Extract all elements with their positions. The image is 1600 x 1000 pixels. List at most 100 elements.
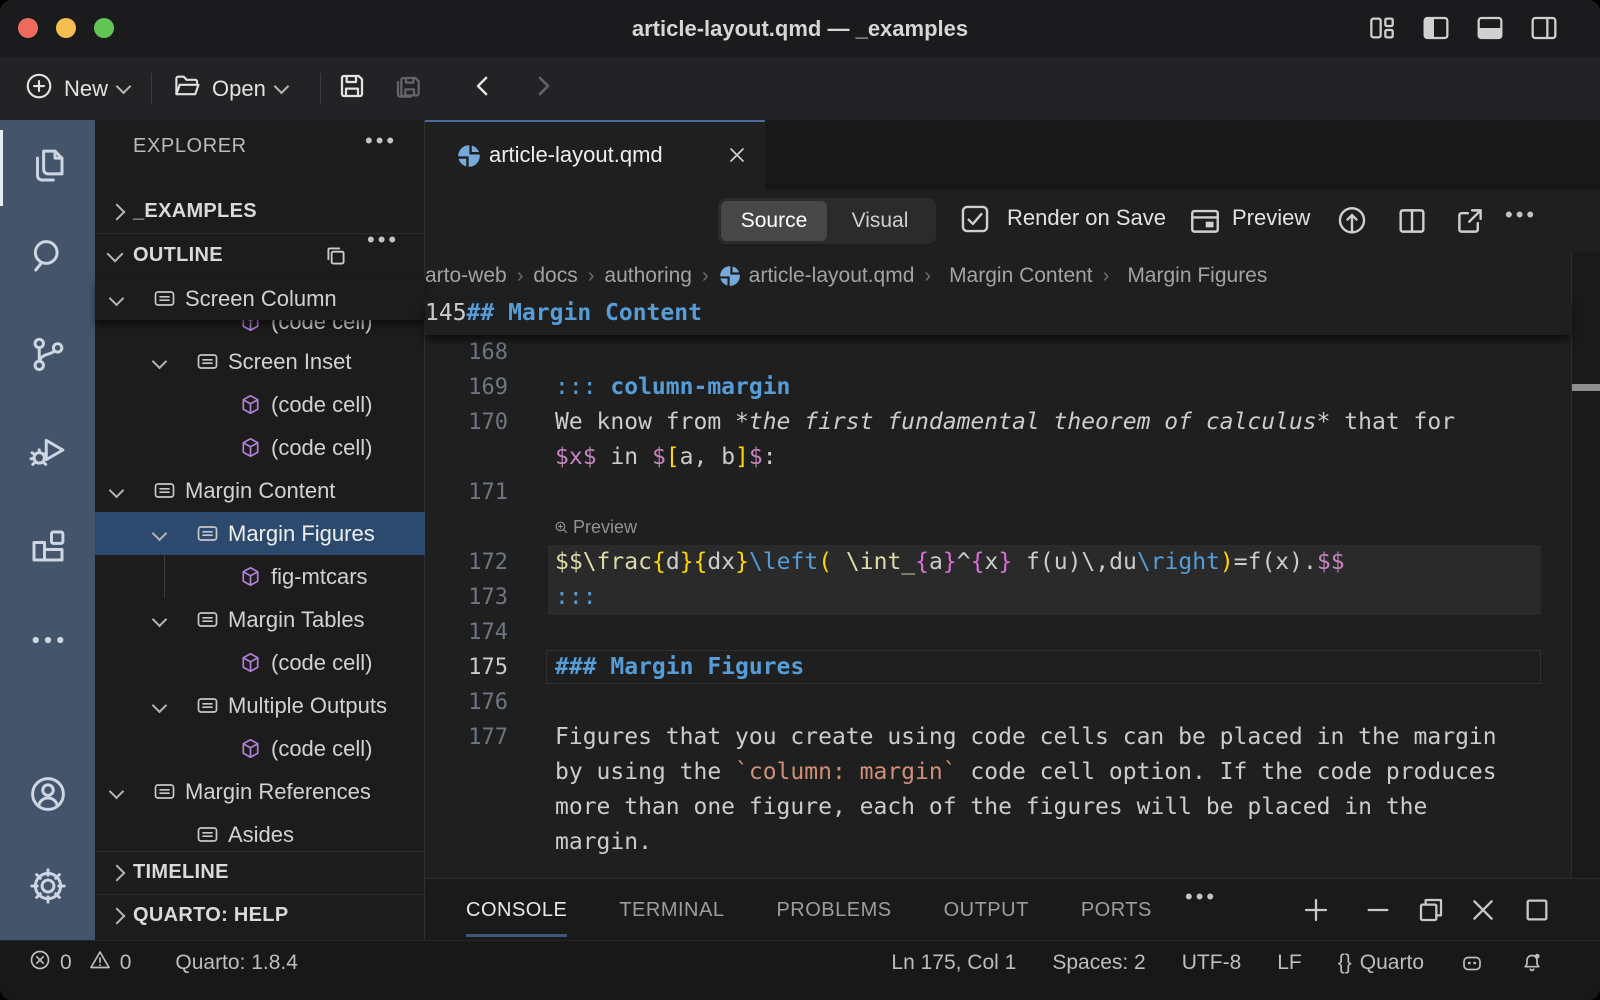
toggle-right-sidebar-icon[interactable] — [1528, 12, 1560, 49]
cursor-position-status[interactable]: Ln 175, Col 1 — [891, 951, 1016, 975]
chevron-down-icon[interactable] — [152, 612, 168, 628]
mode-source-button[interactable]: Source — [721, 201, 827, 241]
preview-button[interactable]: Preview — [1232, 205, 1310, 231]
quarto-help-section-header[interactable]: QUARTO: HELP — [95, 894, 425, 937]
chevron-down-icon[interactable] — [109, 483, 125, 499]
panel-tab-problems[interactable]: PROBLEMS — [776, 879, 891, 941]
chevron-down-icon[interactable] — [152, 698, 168, 714]
outline-more-actions-icon[interactable]: ••• — [367, 227, 399, 253]
breadcrumb-item[interactable]: arto-web — [425, 264, 507, 288]
sidebar-item-explorer[interactable] — [0, 124, 95, 212]
scrollbar-thumb[interactable] — [1572, 384, 1600, 391]
editor-more-actions-icon[interactable]: ••• — [1505, 202, 1537, 228]
close-tab-icon[interactable] — [725, 143, 749, 172]
problems-status[interactable]: 0 0 — [28, 948, 131, 978]
panel-tab-output[interactable]: OUTPUT — [944, 879, 1029, 941]
render-on-save-checkbox[interactable] — [958, 202, 992, 241]
save-button[interactable] — [336, 57, 368, 120]
open-external-icon[interactable] — [1453, 204, 1487, 243]
chevron-down-icon[interactable] — [109, 291, 125, 307]
language-mode-status[interactable]: {} Quarto — [1338, 951, 1424, 975]
encoding-status[interactable]: UTF-8 — [1182, 951, 1242, 975]
sidebar-item-run-debug[interactable] — [0, 408, 95, 496]
breadcrumb-item[interactable]: authoring — [604, 264, 692, 288]
panel-close-icon[interactable] — [1467, 894, 1499, 931]
code-line-wrap[interactable]: Preview — [425, 510, 1571, 545]
sidebar-item-extensions[interactable] — [0, 504, 95, 592]
code-line-172[interactable]: 172$$\frac{d}{dx}\left( \int_{a}^{x} f(u… — [425, 545, 1571, 580]
codelens-preview-button[interactable]: Preview — [553, 510, 637, 545]
code-line-170[interactable]: 170We know from *the first fundamental t… — [425, 405, 1571, 440]
code-line-174[interactable]: 174 — [425, 615, 1571, 650]
settings-gear-icon[interactable] — [0, 844, 95, 932]
navigate-back-button[interactable] — [468, 57, 498, 120]
chevron-down-icon[interactable] — [152, 354, 168, 370]
copilot-icon[interactable] — [1460, 951, 1484, 975]
panel-tab-terminal[interactable]: TERMINAL — [619, 879, 724, 941]
code-line-wrap[interactable]: more than one figure, each of the figure… — [425, 790, 1571, 825]
outline-row--code-cell-[interactable]: (code cell) — [95, 727, 425, 770]
editor-scrollbar[interactable] — [1571, 252, 1600, 878]
panel-minimize-icon[interactable] — [1362, 894, 1394, 931]
open-button[interactable]: Open — [172, 57, 287, 120]
outline-row-margin-tables[interactable]: Margin Tables — [95, 598, 425, 641]
toggle-left-sidebar-icon[interactable] — [1420, 12, 1452, 49]
more-actions-icon[interactable] — [0, 598, 95, 686]
outline-row-multiple-outputs[interactable]: Multiple Outputs — [95, 684, 425, 727]
outline-row--code-cell-[interactable]: (code cell) — [95, 641, 425, 684]
indentation-status[interactable]: Spaces: 2 — [1052, 951, 1145, 975]
breadcrumb-item[interactable]: Margin Content — [941, 264, 1093, 288]
outline-row-margin-content[interactable]: Margin Content — [95, 469, 425, 512]
breadcrumb-item[interactable]: docs — [533, 264, 577, 288]
panel-maximize-icon[interactable] — [1521, 894, 1553, 931]
preview-icon[interactable] — [1188, 204, 1222, 243]
publish-icon[interactable] — [1335, 204, 1369, 243]
code-line-wrap[interactable]: margin. — [425, 825, 1571, 860]
outline-row-screen-inset[interactable]: Screen Inset — [95, 340, 425, 383]
panel-plus-icon[interactable] — [1300, 894, 1332, 931]
code-line-171[interactable]: 171 — [425, 475, 1571, 510]
eol-status[interactable]: LF — [1277, 951, 1302, 975]
breadcrumb-item[interactable]: Margin Figures — [1119, 264, 1267, 288]
timeline-section-header[interactable]: TIMELINE — [95, 851, 425, 894]
toggle-bottom-panel-icon[interactable] — [1474, 12, 1506, 49]
outline-row-asides[interactable]: Asides — [95, 813, 425, 856]
code-line-175[interactable]: 175### Margin Figures — [425, 650, 1571, 685]
chevron-down-icon[interactable] — [152, 526, 168, 542]
outline-row-margin-references[interactable]: Margin References — [95, 770, 425, 813]
outline-row-margin-figures[interactable]: Margin Figures — [95, 512, 425, 555]
outline-row-fig-mtcars[interactable]: fig-mtcars — [95, 555, 425, 598]
breadcrumb-item[interactable]: article-layout.qmd — [719, 264, 915, 288]
outline-row--code-cell-[interactable]: (code cell) — [95, 383, 425, 426]
code-line-173[interactable]: 173::: — [425, 580, 1571, 615]
sidebar-item-source-control[interactable] — [0, 312, 95, 400]
customize-layout-icon[interactable] — [1366, 12, 1398, 49]
sidebar-item-search[interactable] — [0, 214, 95, 302]
panel-tab-console[interactable]: CONSOLE — [466, 879, 567, 941]
navigate-forward-button[interactable] — [528, 57, 558, 120]
chevron-down-icon[interactable] — [109, 784, 125, 800]
quarto-version-status[interactable]: Quarto: 1.8.4 — [175, 951, 298, 975]
new-button[interactable]: New — [24, 57, 129, 120]
explorer-more-actions-icon[interactable]: ••• — [365, 128, 397, 154]
outline-row-screen-column[interactable]: Screen Column — [95, 277, 425, 320]
collapse-all-icon[interactable] — [323, 243, 349, 274]
notifications-bell-icon[interactable] — [1520, 951, 1544, 975]
split-editor-icon[interactable] — [1395, 204, 1429, 243]
panel-tab-ports[interactable]: PORTS — [1081, 879, 1152, 941]
mode-visual-button[interactable]: Visual — [827, 201, 933, 241]
outline-row--code-cell-[interactable]: (code cell) — [95, 426, 425, 469]
save-all-button[interactable] — [392, 57, 424, 120]
code-line-wrap[interactable]: by using the `column: margin` code cell … — [425, 755, 1571, 790]
code-line-169[interactable]: 169::: column-margin — [425, 370, 1571, 405]
code-line-176[interactable]: 176 — [425, 685, 1571, 720]
code-line-wrap[interactable]: $x$ in $[a, b]$: — [425, 440, 1571, 475]
outline-section-header[interactable]: OUTLINE ••• — [95, 234, 425, 277]
panel-restore-icon[interactable] — [1415, 894, 1447, 931]
panel-more-tabs-icon[interactable]: ••• — [1185, 884, 1217, 910]
code-line-168[interactable]: 168 — [425, 335, 1571, 370]
account-icon[interactable] — [0, 752, 95, 840]
sticky-code-line[interactable]: 145## Margin Content — [425, 300, 1571, 335]
code-line-177[interactable]: 177Figures that you create using code ce… — [425, 720, 1571, 755]
tab-article-layout[interactable]: article-layout.qmd — [425, 120, 765, 190]
